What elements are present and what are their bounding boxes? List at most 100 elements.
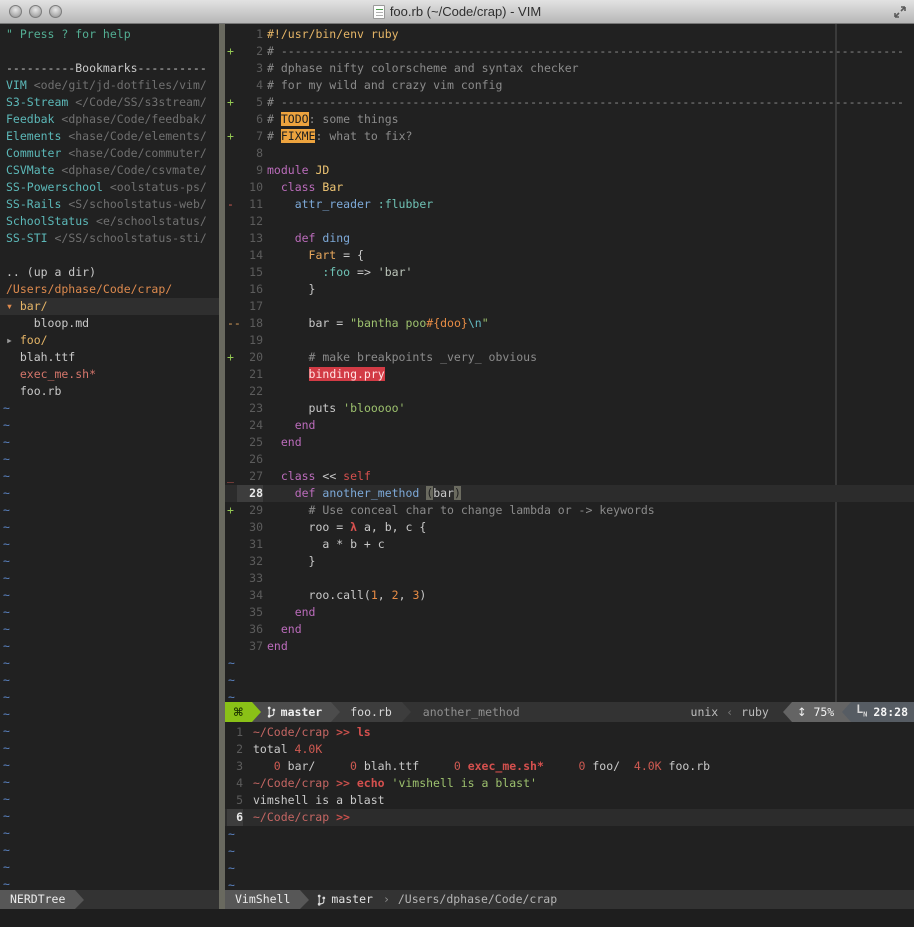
empty-line-tilde: ~ [3,792,10,806]
code-line[interactable]: +5 # ------------------------------------… [225,94,914,111]
vimshell-statusline: VimShell master › /Users/dphase/Code/cra… [225,890,914,909]
tree-item-file[interactable]: bloop.md [0,315,219,332]
code-line-cursor[interactable]: 28 def another_method (bar) [225,485,914,502]
code-line[interactable]: +7 # FIXME: what to fix? [225,128,914,145]
code-line[interactable]: 9 module JD [225,162,914,179]
code-line[interactable]: 30 roo = λ a, b, c { [225,519,914,536]
code-line[interactable]: 4 # for my wild and crazy vim config [225,77,914,94]
line-number: 7 [256,129,263,143]
bookmark-item[interactable]: SS-Powerschool <oolstatus-ps/ [0,179,219,196]
bookmark-item[interactable]: CSVMate <dphase/Code/csvmate/ [0,162,219,179]
nerdtree-help[interactable]: " Press ? for help [0,26,219,43]
empty-line-tilde: ~ [3,775,10,789]
line-number: 30 [249,520,263,534]
close-button[interactable] [9,5,22,18]
line-number: 12 [249,214,263,228]
line-number: 8 [256,146,263,160]
line-number: 26 [249,452,263,466]
code-line[interactable]: 6 # TODO: some things [225,111,914,128]
code-line[interactable]: 31 a * b + c [225,536,914,553]
current-function: another_method [422,705,520,719]
shell-line[interactable]: 5 vimshell is a blast [225,792,914,809]
shell-line[interactable]: 4 ~/Code/crap >> echo 'vimshell is a blas… [225,775,914,792]
code-line[interactable]: 35 end [225,604,914,621]
code-line[interactable]: 23 puts 'blooooo' [225,400,914,417]
code-line[interactable]: +2 # ------------------------------------… [225,43,914,60]
code-line[interactable]: 26 [225,451,914,468]
empty-line-tilde: ~ [3,707,10,721]
code-line[interactable]: 12 [225,213,914,230]
code-line[interactable]: 22 [225,383,914,400]
vim-command-line[interactable] [0,909,914,927]
code-line[interactable]: +29 # Use conceal char to change lambda … [225,502,914,519]
cursor-position-segment: LN 28:28 [851,702,914,722]
fullscreen-icon[interactable] [893,5,907,19]
code-line[interactable]: 13 def ding [225,230,914,247]
empty-line-tilde: ~ [3,435,10,449]
zoom-button[interactable] [49,5,62,18]
empty-line-tilde: ~ [3,605,10,619]
code-line[interactable]: 25 end [225,434,914,451]
code-line[interactable]: 19 [225,332,914,349]
bookmark-item[interactable]: SS-Rails <S/schoolstatus-web/ [0,196,219,213]
line-number: 33 [249,571,263,585]
code-line[interactable]: -- 18 bar = "bantha poo#{doo}\n" [225,315,914,332]
code-line[interactable]: 34 roo.call(1, 2, 3) [225,587,914,604]
code-line[interactable]: 17 [225,298,914,315]
code-line[interactable]: 16 } [225,281,914,298]
line-number: 1 [256,27,263,41]
code-line[interactable]: 24 end [225,417,914,434]
tree-item-file[interactable]: foo.rb [0,383,219,400]
empty-line-tilde: ~ [3,452,10,466]
empty-line-tilde: ~ [3,554,10,568]
tree-item-dir[interactable]: ▸ foo/ [0,332,219,349]
empty-line-tilde: ~ [3,520,10,534]
code-line[interactable]: 36 end [225,621,914,638]
tree-item-file[interactable]: .. (up a dir) [0,264,219,281]
powerline-arrow [401,702,411,722]
tree-root-path[interactable]: /Users/dphase/Code/crap/ [0,281,219,298]
code-line[interactable]: 8 [225,145,914,162]
shell-line-cursor[interactable]: 6 ~/Code/crap >> [225,809,914,826]
tree-item-file[interactable]: exec_me.sh* [0,366,219,383]
empty-line-tilde: ~ [3,571,10,585]
vim-window: foo.rb (~/Code/crap) - VIM " Press ? for… [0,0,914,927]
empty-line-tilde: ~ [3,401,10,415]
line-number: 3 [236,759,243,773]
shell-line[interactable]: 2 total 4.0K [225,741,914,758]
bookmark-item[interactable]: VIM <ode/git/jd-dotfiles/vim/ [0,77,219,94]
line-number-icon: LN [856,702,868,719]
bookmark-item[interactable]: SchoolStatus <e/schoolstatus/ [0,213,219,230]
bookmark-item[interactable]: S3-Stream </Code/SS/s3stream/ [0,94,219,111]
code-line[interactable]: 37 end [225,638,914,655]
shell-line[interactable]: 1 ~/Code/crap >> ls [225,724,914,741]
code-line[interactable]: 10 class Bar [225,179,914,196]
bookmarks-header: ----------Bookmarks---------- [6,61,207,75]
vimshell-buffer: 1 ~/Code/crap >> ls 2 total 4.0K 3 0 bar/ 0 … [225,722,914,890]
code-line[interactable]: 3 # dphase nifty colorscheme and syntax c… [225,60,914,77]
bookmark-item[interactable]: Feedbak <dphase/Code/feedbak/ [0,111,219,128]
tree-item-file[interactable]: blah.ttf [0,349,219,366]
line-number: 23 [249,401,263,415]
shell-line[interactable]: 3 0 bar/ 0 blah.ttf 0 exec_me.sh* 0 foo/… [225,758,914,775]
minimize-button[interactable] [29,5,42,18]
thin-separator: ‹ [726,705,734,719]
branch-icon [318,894,326,906]
line-number: 25 [249,435,263,449]
bookmark-item[interactable]: Commuter <hase/Code/commuter/ [0,145,219,162]
code-line[interactable]: -11 attr_reader :flubber [225,196,914,213]
code-line[interactable]: 15 :foo => 'bar' [225,264,914,281]
code-line[interactable]: 1 #!/usr/bin/env ruby [225,26,914,43]
code-line[interactable]: +20 # make breakpoints _very_ obvious [225,349,914,366]
tree-item-dir[interactable]: ▾ bar/ [0,298,219,315]
code-line[interactable]: 33 [225,570,914,587]
code-line[interactable]: 14 Fart = { [225,247,914,264]
bookmark-item[interactable]: SS-STI </SS/schoolstatus-sti/ [0,230,219,247]
nerdtree-statusline: NERDTree [0,890,219,909]
line-number: 15 [249,265,263,279]
fileformat: unix [690,705,719,719]
bookmark-item[interactable]: Elements <hase/Code/elements/ [0,128,219,145]
code-line[interactable]: 32 } [225,553,914,570]
code-line[interactable]: 21 binding.pry [225,366,914,383]
code-line[interactable]: _ 27 class << self [225,468,914,485]
